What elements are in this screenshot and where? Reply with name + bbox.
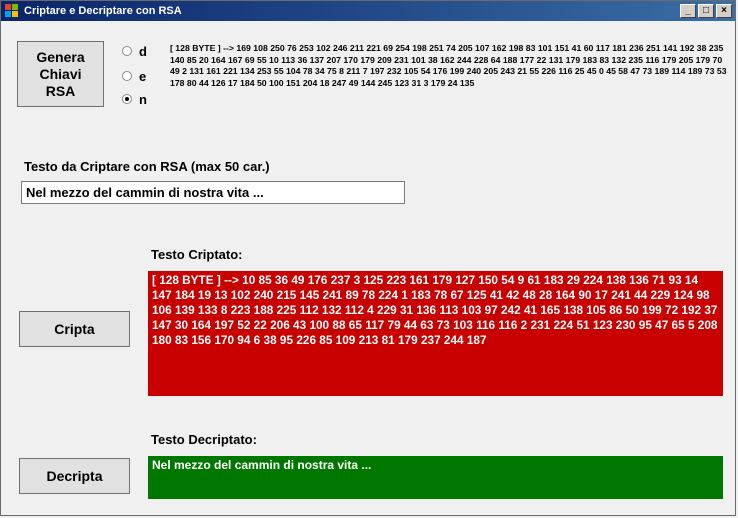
radio-n-label: n: [139, 91, 147, 107]
radio-e[interactable]: e: [122, 68, 146, 84]
plaintext-input[interactable]: Nel mezzo del cammin di nostra vita ...: [21, 181, 405, 204]
radio-d-button[interactable]: [122, 46, 132, 56]
maximize-button[interactable]: □: [698, 4, 714, 18]
decrypt-button[interactable]: Decripta: [19, 458, 130, 494]
title-bar[interactable]: Criptare e Decriptare con RSA _ □ ×: [1, 1, 735, 21]
encrypted-text-box: [ 128 BYTE ] --> 10 85 36 49 176 237 3 1…: [148, 271, 723, 396]
minimize-button[interactable]: _: [680, 4, 696, 18]
radio-d[interactable]: d: [122, 43, 147, 59]
close-button[interactable]: ×: [716, 4, 732, 18]
radio-d-label: d: [139, 43, 147, 59]
key-value-text: [ 128 BYTE ] --> 169 108 250 76 253 102 …: [170, 43, 727, 88]
window-title: Criptare e Decriptare con RSA: [24, 5, 182, 17]
radio-e-label: e: [139, 68, 147, 84]
encrypted-label: Testo Criptato:: [151, 247, 243, 262]
input-label: Testo da Criptare con RSA (max 50 car.): [24, 159, 270, 174]
radio-e-button[interactable]: [122, 71, 132, 81]
radio-n-button[interactable]: [122, 94, 132, 104]
encrypt-button[interactable]: Cripta: [19, 311, 130, 347]
decrypted-label: Testo Decriptato:: [151, 432, 257, 447]
radio-n[interactable]: n: [122, 91, 147, 107]
app-icon: [5, 4, 19, 18]
app-window: Criptare e Decriptare con RSA _ □ × Gene…: [0, 0, 736, 516]
decrypted-text-box: Nel mezzo del cammin di nostra vita ...: [148, 456, 723, 499]
generate-keys-button[interactable]: Genera Chiavi RSA: [17, 41, 104, 107]
